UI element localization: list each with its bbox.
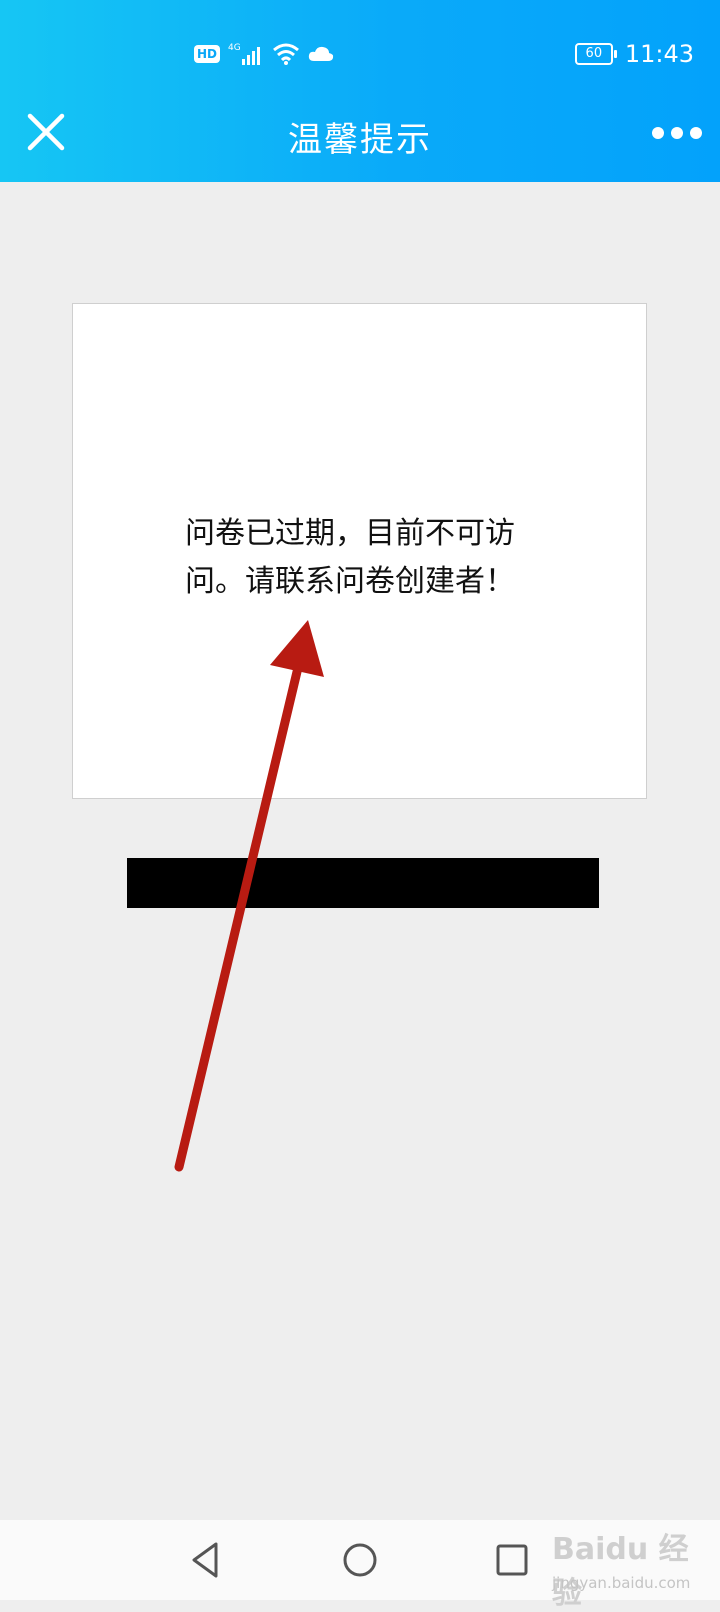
home-icon — [343, 1543, 377, 1577]
more-button[interactable] — [652, 118, 702, 148]
watermark-url: jingyan.baidu.com — [552, 1574, 691, 1592]
recent-apps-icon — [496, 1544, 528, 1576]
back-button[interactable] — [182, 1536, 230, 1584]
redaction-bar — [127, 858, 599, 908]
annotation-arrow — [174, 620, 324, 1172]
cloud-icon — [308, 46, 334, 61]
network-type-label: 4G — [228, 43, 241, 53]
recent-apps-button[interactable] — [488, 1536, 536, 1584]
wifi-icon — [273, 43, 299, 65]
home-button[interactable] — [336, 1536, 384, 1584]
app-header: HD 4G 60 11:43 温馨提示 — [0, 0, 720, 182]
status-right: 60 11:43 — [574, 38, 694, 70]
message-line-1: 问卷已过期，目前不可访 — [185, 516, 515, 551]
hd-badge: HD — [194, 45, 221, 63]
baidu-jingyan-watermark: Baidu 经验 jingyan.baidu.com — [548, 1522, 718, 1611]
battery-icon: 60 — [574, 43, 617, 65]
expired-message: 问卷已过期，目前不可访 问。请联系问卷创建者！ — [185, 510, 545, 606]
signal-icon: 4G — [228, 43, 261, 65]
back-icon — [192, 1542, 218, 1578]
status-icons: HD 4G — [194, 38, 334, 70]
page-title: 温馨提示 — [288, 120, 432, 160]
title-bar: 温馨提示 — [0, 100, 720, 182]
message-card: 问卷已过期，目前不可访 问。请联系问卷创建者！ — [72, 303, 647, 799]
status-bar: HD 4G 60 11:43 — [0, 0, 720, 100]
message-line-2: 问。请联系问卷创建者！ — [185, 564, 515, 599]
more-icon — [652, 127, 664, 139]
more-icon — [690, 127, 702, 139]
more-icon — [671, 127, 683, 139]
watermark-brand: Baidu 经验 — [552, 1532, 689, 1611]
clock: 11:43 — [624, 40, 694, 68]
